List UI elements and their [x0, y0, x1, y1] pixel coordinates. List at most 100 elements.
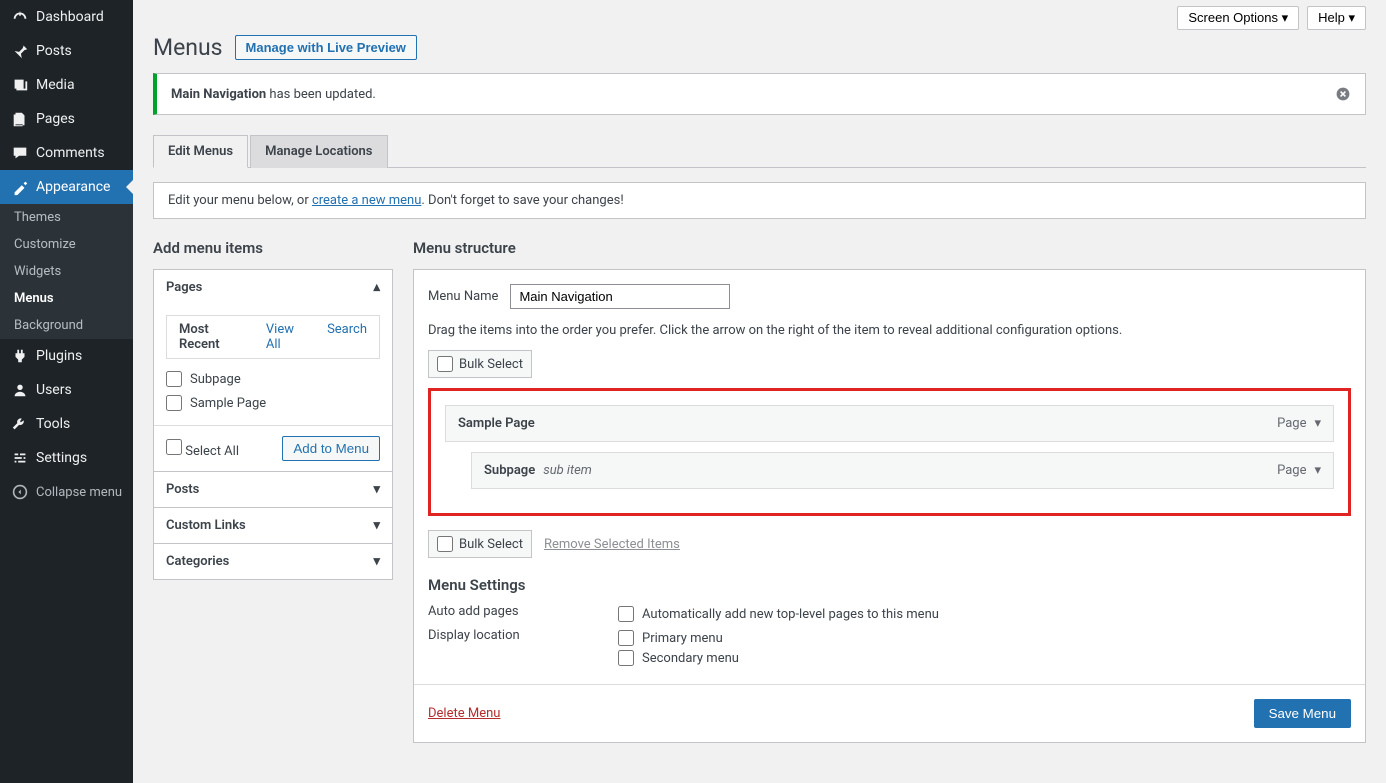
sidebar-item-plugins[interactable]: Plugins: [0, 339, 133, 373]
menu-structure-column: Menu structure Menu Name Drag the items …: [413, 239, 1366, 743]
accordion-pages-header[interactable]: Pages ▴: [154, 270, 392, 305]
chevron-down-icon: ▾: [373, 482, 380, 497]
submenu-background[interactable]: Background: [0, 312, 133, 339]
users-icon: [10, 380, 30, 400]
sidebar-label: Users: [36, 382, 72, 398]
menu-item-sample-page[interactable]: Sample Page Page ▾: [445, 405, 1334, 442]
menu-name-input[interactable]: [510, 284, 730, 309]
collapse-label: Collapse menu: [36, 485, 122, 500]
create-new-menu-link[interactable]: create a new menu: [312, 193, 421, 208]
submenu-customize[interactable]: Customize: [0, 231, 133, 258]
main-content: Screen Options ▾ Help ▾ Menus Manage wit…: [133, 0, 1386, 783]
sidebar-label: Posts: [36, 43, 72, 59]
menu-item-type: Page: [1277, 416, 1306, 431]
menu-settings-heading: Menu Settings: [414, 568, 1365, 602]
location-secondary[interactable]: Secondary menu: [618, 648, 739, 668]
appearance-submenu: Themes Customize Widgets Menus Backgroun…: [0, 204, 133, 339]
chevron-down-icon: ▾: [373, 554, 380, 569]
comments-icon: [10, 143, 30, 163]
page-checkbox-subpage[interactable]: Subpage: [166, 367, 380, 391]
sidebar-label: Dashboard: [36, 9, 104, 25]
delete-menu-link[interactable]: Delete Menu: [428, 706, 500, 721]
screen-options-button[interactable]: Screen Options ▾: [1177, 6, 1299, 30]
auto-add-checkbox[interactable]: Automatically add new top-level pages to…: [618, 604, 939, 624]
pages-checklist: Subpage Sample Page: [166, 367, 380, 415]
sidebar-item-pages[interactable]: Pages: [0, 102, 133, 136]
accordion: Pages ▴ Most Recent View All Search Subp…: [153, 269, 393, 580]
drag-hint: Drag the items into the order you prefer…: [414, 323, 1365, 350]
settings-icon: [10, 448, 30, 468]
help-after: . Don't forget to save your changes!: [421, 193, 623, 208]
sidebar-item-posts[interactable]: Posts: [0, 34, 133, 68]
tab-search[interactable]: Search: [321, 320, 373, 354]
tools-icon: [10, 414, 30, 434]
menu-frame: Menu Name Drag the items into the order …: [413, 269, 1366, 743]
menu-item-subpage[interactable]: Subpage sub item Page ▾: [471, 452, 1334, 489]
menu-item-title: Subpage: [484, 463, 535, 478]
help-button[interactable]: Help ▾: [1307, 6, 1366, 30]
bulk-select-bottom[interactable]: Bulk Select: [428, 530, 532, 558]
sidebar-item-users[interactable]: Users: [0, 373, 133, 407]
sidebar-item-tools[interactable]: Tools: [0, 407, 133, 441]
accordion-pages: Pages ▴ Most Recent View All Search Subp…: [154, 270, 392, 472]
tab-view-all[interactable]: View All: [260, 320, 315, 354]
live-preview-button[interactable]: Manage with Live Preview: [235, 35, 417, 60]
menu-name-label: Menu Name: [428, 289, 498, 304]
sidebar-item-settings[interactable]: Settings: [0, 441, 133, 475]
tab-edit-menus[interactable]: Edit Menus: [153, 135, 248, 168]
checkbox[interactable]: [166, 371, 182, 387]
add-items-heading: Add menu items: [153, 239, 393, 257]
tab-manage-locations[interactable]: Manage Locations: [250, 135, 387, 168]
chevron-down-icon[interactable]: ▾: [1314, 463, 1321, 478]
sidebar-label: Comments: [36, 145, 105, 161]
collapse-menu[interactable]: Collapse menu: [0, 475, 133, 509]
page-checkbox-sample-page[interactable]: Sample Page: [166, 391, 380, 415]
submenu-widgets[interactable]: Widgets: [0, 258, 133, 285]
add-to-menu-button[interactable]: Add to Menu: [282, 436, 380, 461]
chevron-down-icon[interactable]: ▾: [1314, 416, 1321, 431]
submenu-menus[interactable]: Menus: [0, 285, 133, 312]
menu-item-type: Page: [1277, 463, 1306, 478]
sub-item-label: sub item: [543, 463, 592, 478]
pages-icon: [10, 109, 30, 129]
remove-selected-link: Remove Selected Items: [544, 537, 680, 552]
sidebar-label: Tools: [36, 416, 70, 432]
menu-item-title: Sample Page: [458, 416, 535, 431]
sidebar-item-media[interactable]: Media: [0, 68, 133, 102]
chevron-down-icon: ▾: [373, 518, 380, 533]
collapse-icon: [10, 482, 30, 502]
topbar: Screen Options ▾ Help ▾: [153, 0, 1366, 30]
accordion-categories[interactable]: Categories▾: [154, 544, 392, 579]
accordion-posts[interactable]: Posts▾: [154, 472, 392, 507]
sidebar-item-appearance[interactable]: Appearance: [0, 170, 133, 204]
dashboard-icon: [10, 7, 30, 27]
sidebar-item-dashboard[interactable]: Dashboard: [0, 0, 133, 34]
checkbox[interactable]: [166, 395, 182, 411]
page-title: Menus: [153, 34, 223, 61]
sidebar-item-comments[interactable]: Comments: [0, 136, 133, 170]
bulk-select-checkbox[interactable]: [437, 356, 453, 372]
dismiss-notice-icon[interactable]: [1335, 86, 1351, 102]
accordion-custom-links[interactable]: Custom Links▾: [154, 508, 392, 543]
appearance-icon: [10, 177, 30, 197]
sidebar-label: Media: [36, 77, 75, 93]
help-text: Edit your menu below, or create a new me…: [153, 182, 1366, 219]
tab-most-recent[interactable]: Most Recent: [173, 320, 254, 354]
media-icon: [10, 75, 30, 95]
page-header: Menus Manage with Live Preview: [153, 34, 1366, 61]
add-menu-items-column: Add menu items Pages ▴ Most Recent View …: [153, 239, 393, 743]
location-primary[interactable]: Primary menu: [618, 628, 739, 648]
select-all-checkbox[interactable]: [166, 439, 182, 455]
select-all[interactable]: Select All: [166, 439, 239, 459]
submenu-themes[interactable]: Themes: [0, 204, 133, 231]
bulk-select-checkbox[interactable]: [437, 536, 453, 552]
display-location-label: Display location: [428, 628, 618, 643]
sidebar-label: Pages: [36, 111, 75, 127]
sidebar-label: Appearance: [36, 179, 110, 195]
plugins-icon: [10, 346, 30, 366]
bulk-select-top[interactable]: Bulk Select: [428, 350, 532, 378]
auto-add-label: Auto add pages: [428, 604, 618, 619]
help-before: Edit your menu below, or: [168, 193, 312, 208]
save-menu-button[interactable]: Save Menu: [1254, 699, 1351, 728]
sidebar-label: Settings: [36, 450, 87, 466]
